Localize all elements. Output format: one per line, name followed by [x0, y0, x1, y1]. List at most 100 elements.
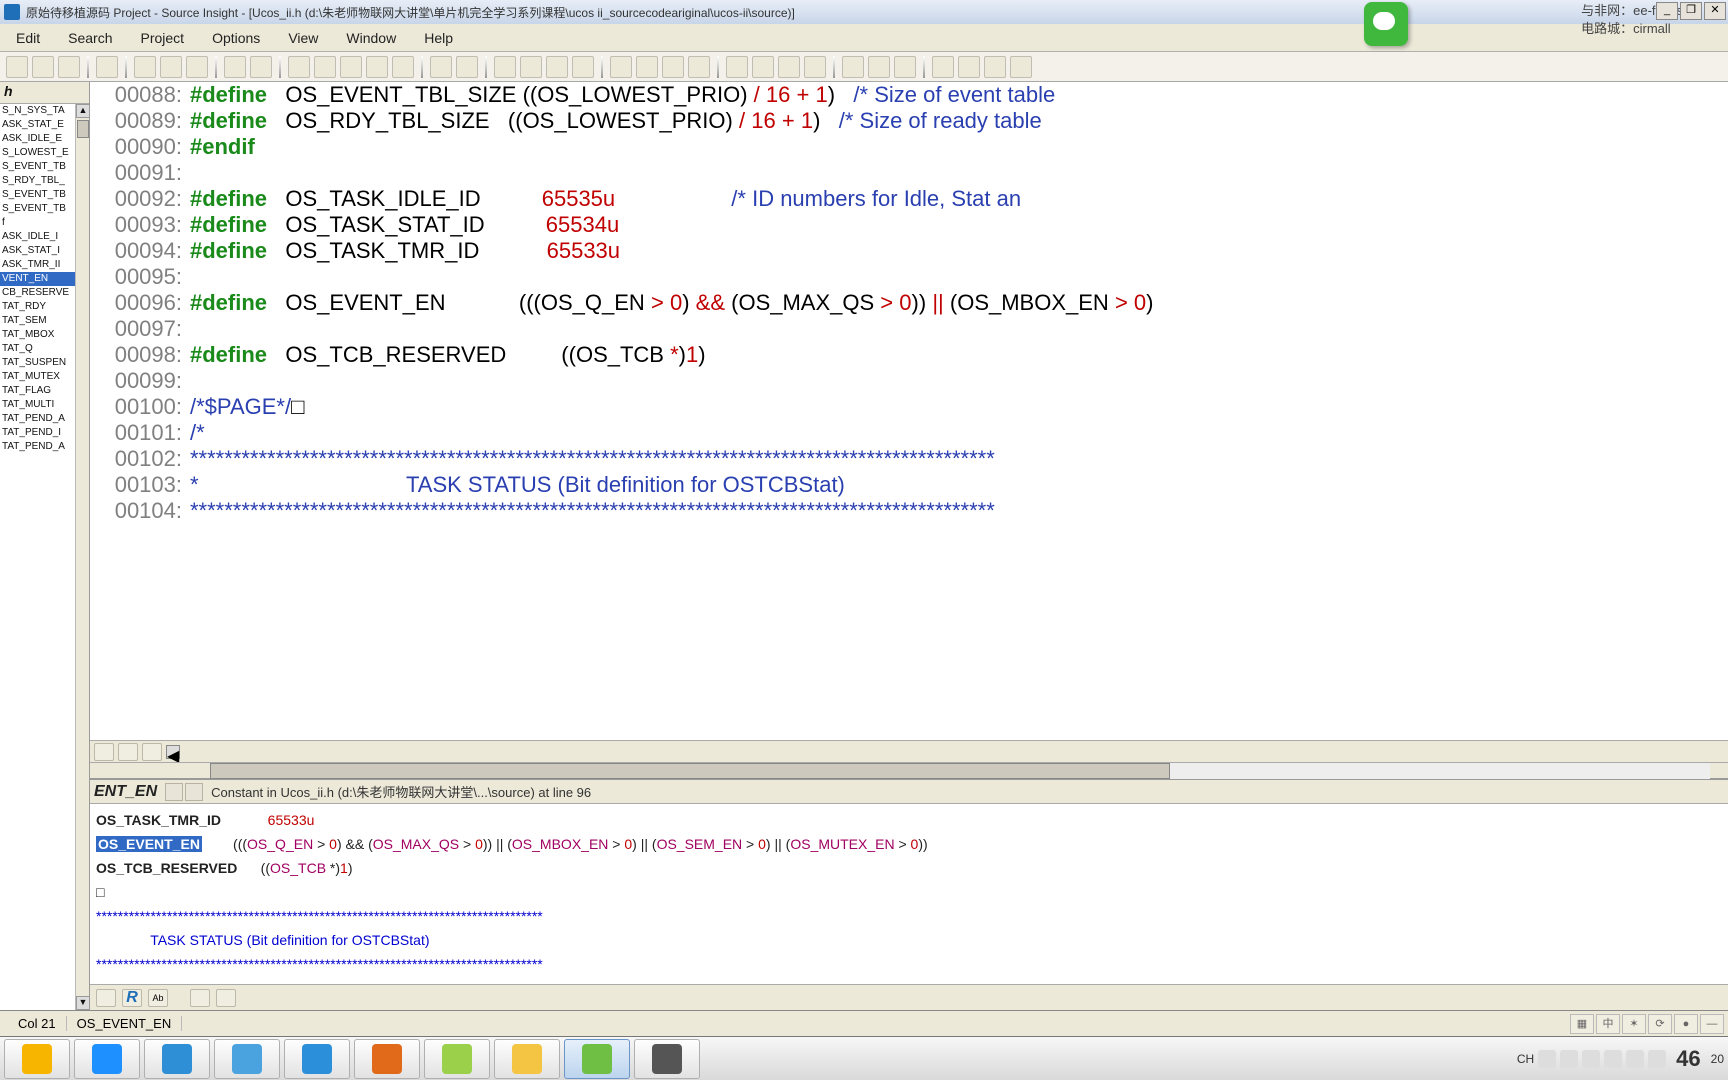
code-area[interactable]: 00088:#define OS_EVENT_TBL_SIZE ((OS_LOW…	[90, 82, 1728, 740]
code-line[interactable]: ****************************************…	[190, 498, 1728, 524]
toolbar-button[interactable]	[6, 56, 28, 78]
toolbar-button[interactable]	[32, 56, 54, 78]
code-line[interactable]: ****************************************…	[190, 446, 1728, 472]
status-ind-icon[interactable]: ⟳	[1648, 1014, 1672, 1034]
toolbar-button[interactable]	[804, 56, 826, 78]
taskbar-camtasia-lib[interactable]	[634, 1039, 700, 1079]
taskbar-camtasia-rec[interactable]	[564, 1039, 630, 1079]
toolbar-button[interactable]	[868, 56, 890, 78]
toolbar-button[interactable]	[340, 56, 362, 78]
toolbar-button[interactable]	[58, 56, 80, 78]
ctx-ab-icon[interactable]: Ab	[148, 989, 168, 1007]
toolbar-button[interactable]	[842, 56, 864, 78]
toolbar-button[interactable]	[894, 56, 916, 78]
taskbar-explorer[interactable]	[494, 1039, 560, 1079]
taskbar-globe[interactable]	[214, 1039, 280, 1079]
toolbar-button[interactable]	[314, 56, 336, 78]
menu-view[interactable]: View	[274, 27, 332, 49]
menu-search[interactable]: Search	[54, 27, 126, 49]
taskbar-pencil[interactable]	[284, 1039, 350, 1079]
context-tool-icon[interactable]	[185, 783, 203, 801]
status-ind-icon[interactable]: ●	[1674, 1014, 1698, 1034]
code-line[interactable]: #define OS_TASK_TMR_ID 65533u	[190, 238, 1728, 264]
toolbar-button[interactable]	[134, 56, 156, 78]
toolbar-button[interactable]	[610, 56, 632, 78]
toolbar-button[interactable]	[392, 56, 414, 78]
code-line[interactable]: #define OS_RDY_TBL_SIZE ((OS_LOWEST_PRIO…	[190, 108, 1728, 134]
toolbar-button[interactable]	[984, 56, 1006, 78]
code-line[interactable]: #endif	[190, 134, 1728, 160]
taskbar-cloud[interactable]	[74, 1039, 140, 1079]
taskbar-ie[interactable]	[144, 1039, 210, 1079]
code-line[interactable]: #define OS_EVENT_TBL_SIZE ((OS_LOWEST_PR…	[190, 82, 1728, 108]
wechat-popup-icon[interactable]	[1364, 2, 1408, 46]
tray-keyboard-icon[interactable]	[1560, 1050, 1578, 1068]
context-line[interactable]: OS_TCB_RESERVED ((OS_TCB *)1)	[96, 856, 1722, 880]
toolbar-button[interactable]	[430, 56, 452, 78]
toolbar-button[interactable]	[224, 56, 246, 78]
code-line[interactable]	[190, 160, 1728, 186]
toolbar-button[interactable]	[520, 56, 542, 78]
tray-icon[interactable]	[1626, 1050, 1644, 1068]
toolbar-button[interactable]	[636, 56, 658, 78]
toolbar-button[interactable]	[288, 56, 310, 78]
toolbar-button[interactable]	[546, 56, 568, 78]
code-line[interactable]: * TASK STATUS (Bit definition for OSTCBS…	[190, 472, 1728, 498]
toolbar-button[interactable]	[494, 56, 516, 78]
tray-volume-icon[interactable]	[1604, 1050, 1622, 1068]
scroll-up-icon[interactable]: ▲	[76, 104, 90, 118]
context-line[interactable]: ****************************************…	[96, 904, 1722, 928]
code-line[interactable]: #define OS_TASK_IDLE_ID 65535u /* ID num…	[190, 186, 1728, 212]
context-line[interactable]: OS_EVENT_EN (((OS_Q_EN > 0) && (OS_MAX_Q…	[96, 832, 1722, 856]
menu-edit[interactable]: Edit	[2, 27, 54, 49]
toolbar-button[interactable]	[932, 56, 954, 78]
hscroll-left-icon[interactable]: ◀	[166, 745, 180, 759]
context-body[interactable]: OS_TASK_TMR_ID 65533uOS_EVENT_EN (((OS_Q…	[90, 804, 1728, 984]
scroll-thumb[interactable]	[77, 120, 89, 138]
menu-options[interactable]: Options	[198, 27, 274, 49]
toolbar-button[interactable]	[96, 56, 118, 78]
toolbar-button[interactable]	[456, 56, 478, 78]
menu-project[interactable]: Project	[126, 27, 198, 49]
context-line[interactable]: ****************************************…	[96, 952, 1722, 976]
ctx-r-icon[interactable]: R	[122, 989, 142, 1007]
toolbar-button[interactable]	[958, 56, 980, 78]
tray-icon[interactable]	[1582, 1050, 1600, 1068]
toolbar-button[interactable]	[250, 56, 272, 78]
toolbar-button[interactable]	[160, 56, 182, 78]
code-line[interactable]: #define OS_TCB_RESERVED ((OS_TCB *)1)	[190, 342, 1728, 368]
taskbar-start[interactable]	[4, 1039, 70, 1079]
code-line[interactable]	[190, 316, 1728, 342]
toolbar-button[interactable]	[186, 56, 208, 78]
status-ind-icon[interactable]: ✶	[1622, 1014, 1646, 1034]
restore-button[interactable]: ❐	[1680, 2, 1702, 20]
menu-window[interactable]: Window	[332, 27, 410, 49]
menu-help[interactable]: Help	[410, 27, 467, 49]
sidebar-scrollbar[interactable]: ▲ ▼	[75, 104, 89, 1010]
taskbar-foxit[interactable]	[354, 1039, 420, 1079]
minimize-button[interactable]: _	[1656, 2, 1678, 20]
toolbar-button[interactable]	[726, 56, 748, 78]
toolbar-button[interactable]	[778, 56, 800, 78]
code-line[interactable]	[190, 264, 1728, 290]
editor-hscrollbar[interactable]	[90, 762, 1728, 778]
toolbar-button[interactable]	[366, 56, 388, 78]
code-line[interactable]: #define OS_TASK_STAT_ID 65534u	[190, 212, 1728, 238]
toolbar-button[interactable]	[688, 56, 710, 78]
tray-icon[interactable]	[1538, 1050, 1556, 1068]
hscroll-thumb[interactable]	[210, 763, 1170, 779]
context-line[interactable]: □	[96, 880, 1722, 904]
taskbar-clock[interactable]: 46	[1676, 1046, 1700, 1072]
inner-close-button[interactable]: ✕	[1704, 2, 1726, 20]
context-line[interactable]: OS_TASK_TMR_ID 65533u	[96, 808, 1722, 832]
code-line[interactable]: /*	[190, 420, 1728, 446]
code-line[interactable]: #define OS_EVENT_EN (((OS_Q_EN > 0) && (…	[190, 290, 1728, 316]
code-line[interactable]	[190, 368, 1728, 394]
toolbar-button[interactable]	[752, 56, 774, 78]
code-line[interactable]: /*$PAGE*/□	[190, 394, 1728, 420]
scroll-down-icon[interactable]: ▼	[76, 996, 90, 1010]
toolbar-button[interactable]	[1010, 56, 1032, 78]
status-ind-icon[interactable]: ▦	[1570, 1014, 1594, 1034]
status-ind-icon[interactable]: —	[1700, 1014, 1724, 1034]
ctx-refresh-icon[interactable]	[216, 989, 236, 1007]
